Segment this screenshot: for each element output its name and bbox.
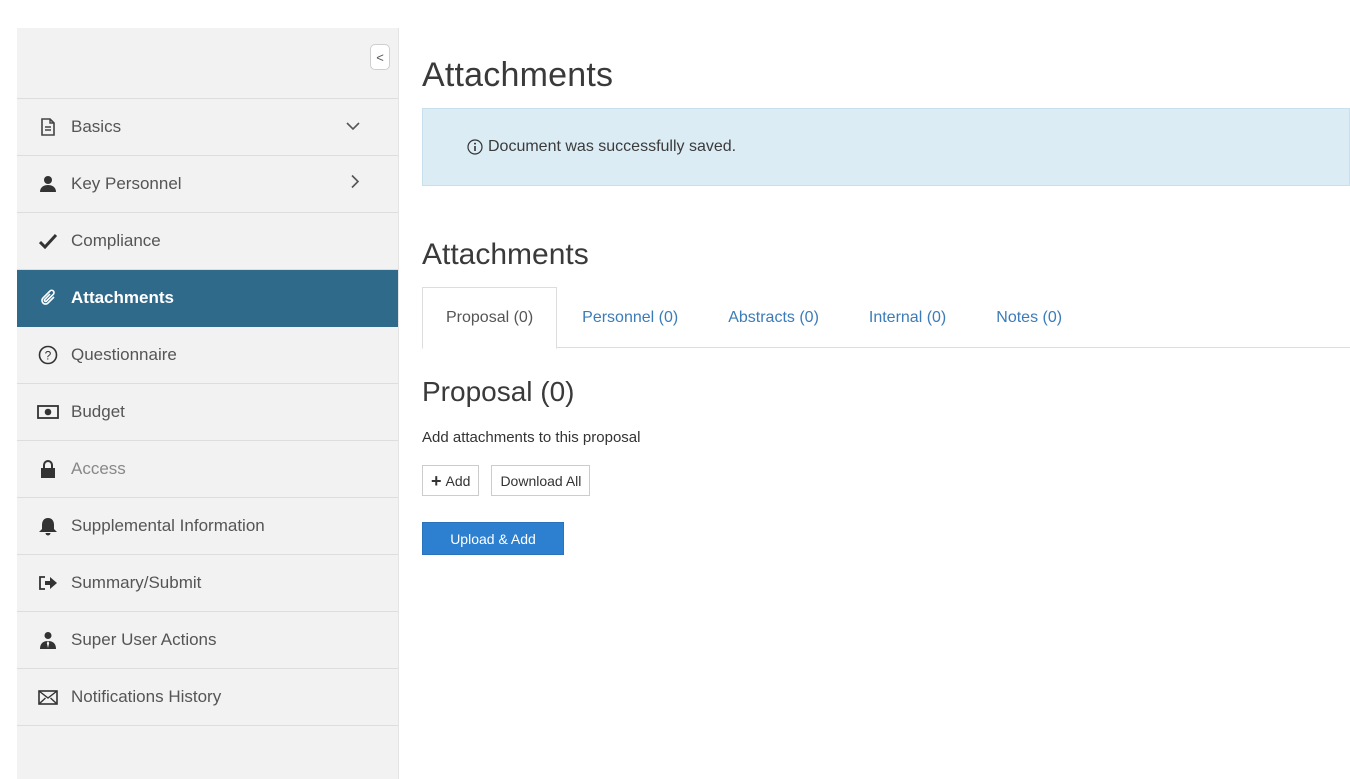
sidebar-nav: Basics Key Personnel Compliance Attachme… bbox=[17, 98, 398, 726]
sidebar-item-label: Compliance bbox=[71, 231, 161, 250]
submit-icon bbox=[37, 572, 59, 594]
sidebar-item-basics[interactable]: Basics bbox=[17, 99, 398, 156]
tab-notes[interactable]: Notes (0) bbox=[971, 287, 1087, 348]
upload-add-button[interactable]: Upload & Add bbox=[422, 522, 564, 555]
chevron-right-icon bbox=[351, 174, 360, 194]
sidebar-item-attachments[interactable]: Attachments bbox=[17, 270, 398, 327]
sidebar-item-label: Access bbox=[71, 459, 126, 478]
sidebar-collapse-button[interactable]: < bbox=[370, 44, 390, 70]
attachment-tabs: Proposal (0) Personnel (0) Abstracts (0)… bbox=[422, 287, 1350, 349]
add-button[interactable]: + Add bbox=[422, 465, 480, 496]
sidebar-item-label: Attachments bbox=[71, 288, 174, 307]
lock-icon bbox=[37, 458, 59, 480]
sidebar-item-label: Budget bbox=[71, 402, 125, 421]
money-icon bbox=[37, 401, 59, 423]
sidebar-item-label: Key Personnel bbox=[71, 174, 182, 193]
info-icon bbox=[467, 139, 483, 155]
chevron-left-icon: < bbox=[376, 49, 384, 65]
proposal-heading: Proposal (0) bbox=[422, 376, 575, 407]
tab-proposal[interactable]: Proposal (0) bbox=[422, 287, 558, 349]
proposal-description: Add attachments to this proposal bbox=[422, 429, 641, 446]
question-circle-icon: ? bbox=[37, 344, 59, 366]
section-title: Attachments bbox=[422, 238, 589, 271]
sidebar-item-questionnaire[interactable]: ? Questionnaire bbox=[17, 327, 398, 384]
tab-abstracts[interactable]: Abstracts (0) bbox=[703, 287, 844, 348]
plus-icon: + bbox=[431, 470, 442, 491]
tab-personnel[interactable]: Personnel (0) bbox=[557, 287, 703, 348]
user-icon bbox=[37, 173, 59, 195]
sidebar-item-label: Notifications History bbox=[71, 687, 222, 706]
check-icon bbox=[37, 230, 59, 252]
sidebar-item-supplemental-information[interactable]: Supplemental Information bbox=[17, 498, 398, 555]
sidebar-item-label: Basics bbox=[71, 117, 122, 136]
bell-icon bbox=[37, 515, 59, 537]
sidebar-item-summary-submit[interactable]: Summary/Submit bbox=[17, 555, 398, 612]
add-button-label: Add bbox=[445, 472, 471, 489]
tab-internal[interactable]: Internal (0) bbox=[844, 287, 971, 348]
attachment-actions: + Add Download All bbox=[422, 465, 591, 496]
sidebar-item-notifications-history[interactable]: Notifications History bbox=[17, 669, 398, 726]
sidebar-item-compliance[interactable]: Compliance bbox=[17, 213, 398, 270]
sidebar-item-super-user-actions[interactable]: Super User Actions bbox=[17, 612, 398, 669]
success-alert: Document was successfully saved. bbox=[422, 108, 1350, 186]
super-user-icon bbox=[37, 629, 59, 651]
envelope-icon bbox=[37, 686, 59, 708]
sidebar-item-label: Super User Actions bbox=[71, 630, 217, 649]
paperclip-icon bbox=[37, 287, 59, 309]
sidebar-item-label: Supplemental Information bbox=[71, 516, 265, 535]
alert-message: Document was successfully saved. bbox=[488, 138, 737, 155]
main-content: Attachments Document was successfully sa… bbox=[422, 0, 1350, 779]
sidebar-item-label: Summary/Submit bbox=[71, 573, 202, 592]
download-all-button[interactable]: Download All bbox=[491, 465, 591, 496]
sidebar-item-label: Questionnaire bbox=[71, 345, 177, 364]
chevron-down-icon bbox=[346, 118, 360, 136]
sidebar: Basics Key Personnel Compliance Attachme… bbox=[17, 28, 399, 779]
sidebar-item-budget[interactable]: Budget bbox=[17, 384, 398, 441]
sidebar-item-key-personnel[interactable]: Key Personnel bbox=[17, 156, 398, 213]
sidebar-item-access[interactable]: Access bbox=[17, 441, 398, 498]
document-icon bbox=[37, 116, 59, 138]
svg-text:?: ? bbox=[45, 349, 52, 363]
page-title: Attachments bbox=[422, 56, 614, 94]
